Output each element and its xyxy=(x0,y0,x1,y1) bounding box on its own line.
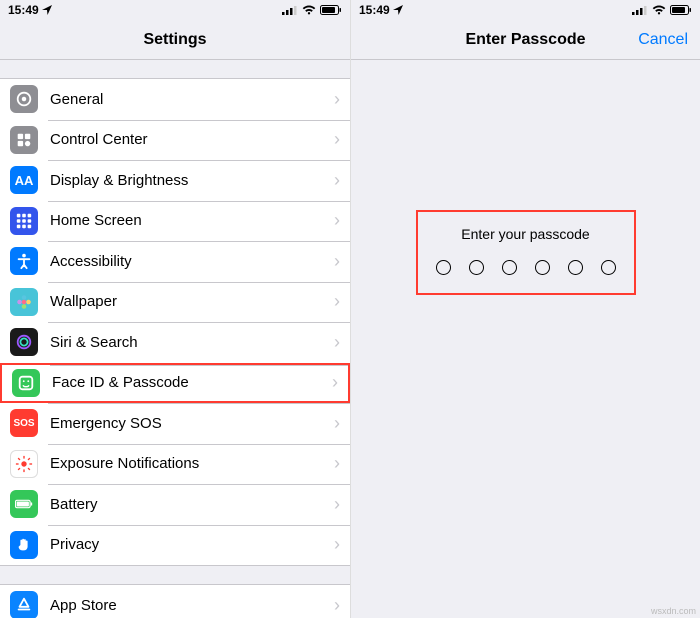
chevron-right-icon: › xyxy=(334,89,340,110)
settings-row-battery[interactable]: Battery› xyxy=(0,484,350,525)
row-label: Home Screen xyxy=(50,212,334,229)
row-label: Emergency SOS xyxy=(50,415,334,432)
chevron-right-icon: › xyxy=(334,129,340,150)
grid-icon xyxy=(10,207,38,235)
row-label: Battery xyxy=(50,496,334,513)
row-label: General xyxy=(50,91,334,108)
nav-bar: Settings xyxy=(0,20,350,60)
faceid-icon xyxy=(12,369,40,397)
status-bar: 15:49 xyxy=(0,0,350,20)
location-icon xyxy=(42,5,52,15)
signal-icon xyxy=(282,5,298,15)
gear-icon xyxy=(10,85,38,113)
settings-screen: 15:49 Settings General›Control Center›AA… xyxy=(0,0,350,618)
passcode-dot xyxy=(436,260,451,275)
settings-row-body[interactable]: Accessibility› xyxy=(0,241,350,282)
row-label: Privacy xyxy=(50,536,334,553)
chevron-right-icon: › xyxy=(334,170,340,191)
appstore-icon xyxy=(10,591,38,618)
row-label: Display & Brightness xyxy=(50,172,334,189)
settings-list[interactable]: General›Control Center›AADisplay & Brigh… xyxy=(0,60,350,618)
aa-icon: AA xyxy=(10,166,38,194)
settings-group-main: General›Control Center›AADisplay & Brigh… xyxy=(0,78,350,566)
settings-row-faceid[interactable]: Face ID & Passcode› xyxy=(0,363,350,404)
passcode-dots[interactable] xyxy=(436,260,616,275)
chevron-right-icon: › xyxy=(334,453,340,474)
passcode-dot xyxy=(601,260,616,275)
row-label: Face ID & Passcode xyxy=(52,374,332,391)
row-label: Siri & Search xyxy=(50,334,334,351)
settings-row-grid[interactable]: Home Screen› xyxy=(0,201,350,242)
passcode-screen: 15:49 Enter Passcode Cancel Enter your p… xyxy=(350,0,700,618)
row-label: Control Center xyxy=(50,131,334,148)
nav-title: Settings xyxy=(143,31,206,49)
battery-icon xyxy=(10,490,38,518)
wifi-icon xyxy=(302,5,316,15)
status-time: 15:49 xyxy=(8,3,39,17)
settings-row-siri[interactable]: Siri & Search› xyxy=(0,322,350,363)
wifi-icon xyxy=(652,5,666,15)
passcode-dot xyxy=(469,260,484,275)
settings-row-exposure[interactable]: Exposure Notifications› xyxy=(0,444,350,485)
settings-row-control[interactable]: Control Center› xyxy=(0,120,350,161)
settings-row-sos[interactable]: SOS Emergency SOS› xyxy=(0,403,350,444)
row-label: Accessibility xyxy=(50,253,334,270)
siri-icon xyxy=(10,328,38,356)
passcode-body: Enter your passcode xyxy=(351,60,700,618)
row-label: Exposure Notifications xyxy=(50,455,334,472)
settings-row-gear[interactable]: General› xyxy=(0,79,350,120)
chevron-right-icon: › xyxy=(334,494,340,515)
passcode-dot xyxy=(535,260,550,275)
cancel-button[interactable]: Cancel xyxy=(638,31,688,49)
chevron-right-icon: › xyxy=(332,372,338,393)
watermark: wsxdn.com xyxy=(651,606,696,616)
chevron-right-icon: › xyxy=(334,210,340,231)
flower-icon xyxy=(10,288,38,316)
row-label: App Store xyxy=(50,597,334,614)
location-icon xyxy=(393,5,403,15)
settings-group-store: App Store›Wallet & Apple Pay› xyxy=(0,584,350,618)
settings-row-aa[interactable]: AA Display & Brightness› xyxy=(0,160,350,201)
status-time: 15:49 xyxy=(359,3,390,17)
exposure-icon xyxy=(10,450,38,478)
status-bar: 15:49 xyxy=(351,0,700,20)
control-icon xyxy=(10,126,38,154)
sos-icon: SOS xyxy=(10,409,38,437)
nav-title: Enter Passcode xyxy=(465,31,585,49)
chevron-right-icon: › xyxy=(334,413,340,434)
passcode-dot xyxy=(502,260,517,275)
hand-icon xyxy=(10,531,38,559)
passcode-prompt: Enter your passcode xyxy=(436,226,616,242)
passcode-prompt-box: Enter your passcode xyxy=(416,210,636,295)
row-label: Wallpaper xyxy=(50,293,334,310)
settings-row-flower[interactable]: Wallpaper› xyxy=(0,282,350,323)
chevron-right-icon: › xyxy=(334,534,340,555)
battery-icon xyxy=(320,5,342,15)
body-icon xyxy=(10,247,38,275)
settings-row-appstore[interactable]: App Store› xyxy=(0,585,350,618)
signal-icon xyxy=(632,5,648,15)
chevron-right-icon: › xyxy=(334,251,340,272)
battery-icon xyxy=(670,5,692,15)
passcode-dot xyxy=(568,260,583,275)
chevron-right-icon: › xyxy=(334,595,340,616)
nav-bar: Enter Passcode Cancel xyxy=(351,20,700,60)
chevron-right-icon: › xyxy=(334,291,340,312)
settings-row-hand[interactable]: Privacy› xyxy=(0,525,350,566)
chevron-right-icon: › xyxy=(334,332,340,353)
